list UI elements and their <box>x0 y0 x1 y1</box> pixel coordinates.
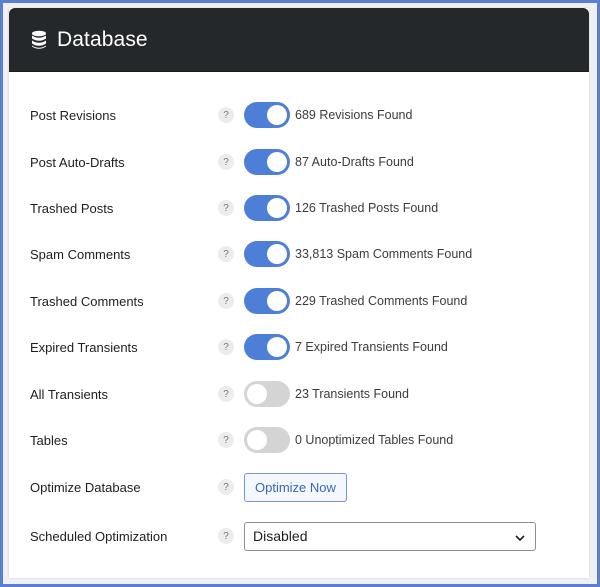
panel-header: Database <box>9 8 589 72</box>
setting-row-spam-comments: Spam Comments ? 33,813 Spam Comments Fou… <box>9 236 589 272</box>
setting-label: Trashed Posts <box>30 200 114 216</box>
setting-label: Spam Comments <box>30 246 131 262</box>
setting-label: Scheduled Optimization <box>30 528 168 544</box>
setting-status: 689 Revisions Found <box>295 108 413 122</box>
help-icon[interactable]: ? <box>218 339 234 355</box>
toggle-knob <box>267 244 287 264</box>
setting-row-scheduled-optimization: Scheduled Optimization ? Disabled <box>9 518 589 554</box>
scheduled-optimization-select[interactable]: Disabled <box>244 521 536 551</box>
optimize-now-button[interactable]: Optimize Now <box>244 472 347 502</box>
toggle-knob <box>267 337 287 357</box>
trashed-comments-toggle[interactable] <box>244 288 290 314</box>
spam-comments-toggle[interactable] <box>244 241 290 267</box>
help-icon[interactable]: ? <box>218 200 234 216</box>
setting-label: Trashed Comments <box>30 293 144 309</box>
setting-label: All Transients <box>30 386 109 402</box>
help-icon[interactable]: ? <box>218 107 234 123</box>
setting-status: 0 Unoptimized Tables Found <box>295 433 454 447</box>
panel-title: Database <box>57 27 148 51</box>
toggle-knob <box>247 384 267 404</box>
setting-status: 23 Transients Found <box>295 387 409 401</box>
setting-row-trashed-comments: Trashed Comments ? 229 Trashed Comments … <box>9 283 589 319</box>
setting-status: 126 Trashed Posts Found <box>295 201 439 215</box>
setting-row-expired-transients: Expired Transients ? 7 Expired Transient… <box>9 329 589 365</box>
expired-transients-toggle[interactable] <box>244 334 290 360</box>
help-icon[interactable]: ? <box>218 293 234 309</box>
help-icon[interactable]: ? <box>218 246 234 262</box>
select-value: Disabled <box>253 528 308 544</box>
trashed-posts-toggle[interactable] <box>244 195 290 221</box>
setting-row-all-transients: All Transients ? 23 Transients Found <box>9 376 589 412</box>
setting-row-optimize-database: Optimize Database ? Optimize Now <box>9 469 589 505</box>
help-icon[interactable]: ? <box>218 528 234 544</box>
database-panel: Database Post Revisions ? 689 Revisions … <box>9 8 589 578</box>
help-icon[interactable]: ? <box>218 432 234 448</box>
setting-status: 87 Auto-Drafts Found <box>295 155 414 169</box>
setting-status: 7 Expired Transients Found <box>295 340 448 354</box>
database-icon <box>31 30 47 50</box>
post-revisions-toggle[interactable] <box>244 102 290 128</box>
toggle-knob <box>267 291 287 311</box>
setting-status: 229 Trashed Comments Found <box>295 294 468 308</box>
all-transients-toggle[interactable] <box>244 381 290 407</box>
toggle-knob <box>267 198 287 218</box>
setting-row-post-revisions: Post Revisions ? 689 Revisions Found <box>9 97 589 133</box>
setting-label: Post Revisions <box>30 107 116 123</box>
chevron-down-icon <box>514 531 526 543</box>
setting-row-tables: Tables ? 0 Unoptimized Tables Found <box>9 422 589 458</box>
post-auto-drafts-toggle[interactable] <box>244 149 290 175</box>
help-icon[interactable]: ? <box>218 479 234 495</box>
help-icon[interactable]: ? <box>218 386 234 402</box>
toggle-knob <box>267 105 287 125</box>
setting-status: 33,813 Spam Comments Found <box>295 247 473 261</box>
toggle-knob <box>247 430 267 450</box>
toggle-knob <box>267 152 287 172</box>
setting-row-trashed-posts: Trashed Posts ? 126 Trashed Posts Found <box>9 190 589 226</box>
tables-toggle[interactable] <box>244 427 290 453</box>
help-icon[interactable]: ? <box>218 154 234 170</box>
setting-row-post-auto-drafts: Post Auto-Drafts ? 87 Auto-Drafts Found <box>9 144 589 180</box>
setting-label: Post Auto-Drafts <box>30 154 125 170</box>
setting-label: Expired Transients <box>30 339 138 355</box>
outer-frame: Database Post Revisions ? 689 Revisions … <box>3 3 597 584</box>
setting-label: Tables <box>30 432 68 448</box>
setting-label: Optimize Database <box>30 479 141 495</box>
